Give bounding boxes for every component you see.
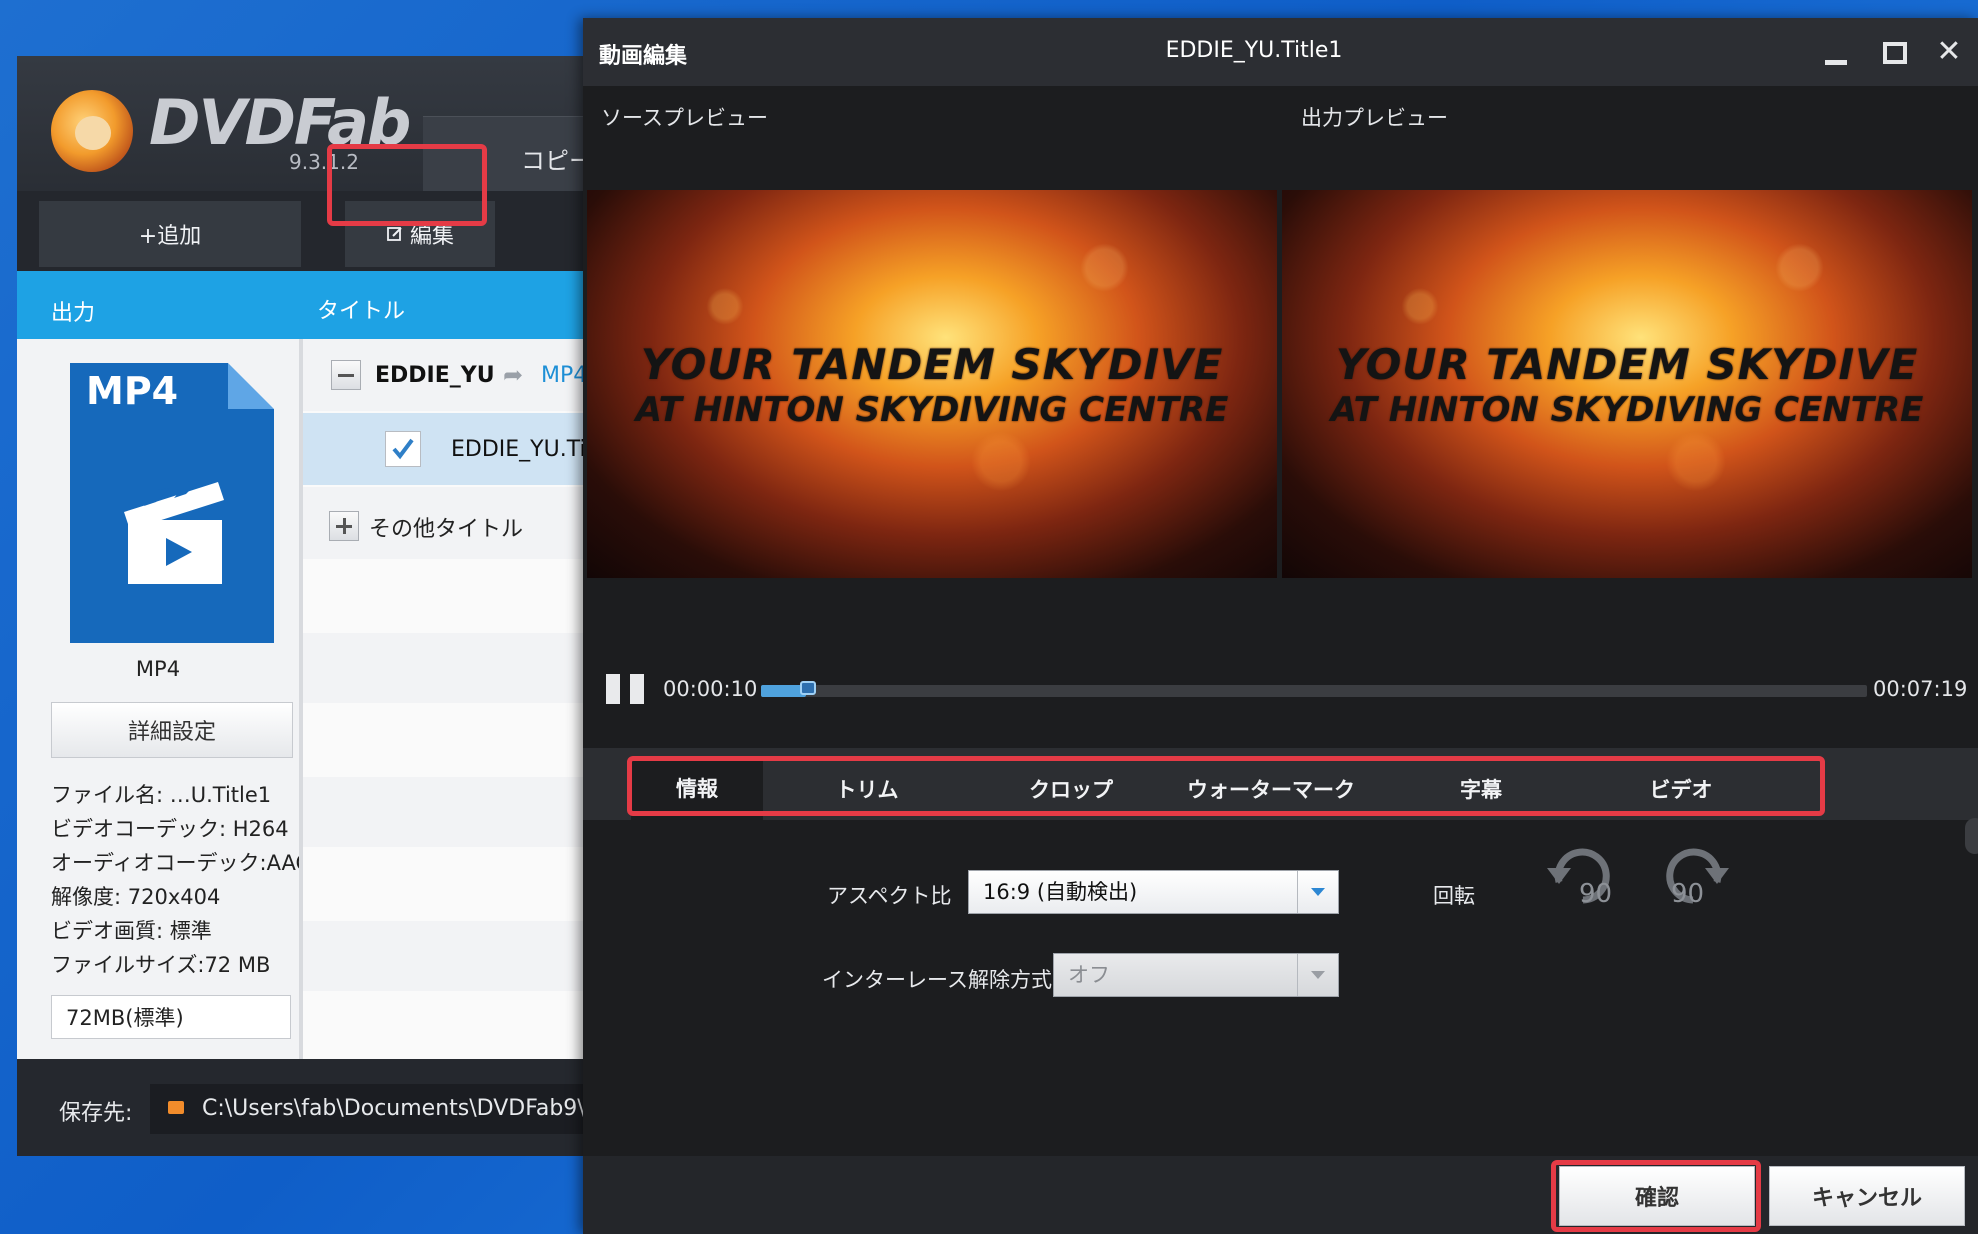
rotate-right-icon[interactable]: 90: [1659, 838, 1733, 912]
column-output: 出力: [51, 301, 96, 326]
chevron-down-icon: [1297, 871, 1338, 913]
scroll-handle[interactable]: [1965, 818, 1978, 854]
source-preview-label: ソースプレビュー: [601, 106, 768, 130]
folder-icon: [168, 1101, 184, 1114]
edit-button-highlight: [327, 144, 487, 226]
video-edit-dialog: 動画編集 EDDIE_YU.Title1 ✕ ソースプレビュー 出力プレビュー …: [583, 18, 1978, 1234]
mp4-format-icon[interactable]: MP4: [70, 363, 274, 643]
arrow-right-icon: ➦: [503, 361, 524, 389]
info-video-codec: ビデオコーデック: H264: [51, 817, 289, 841]
collapse-button[interactable]: [331, 360, 361, 390]
close-button[interactable]: ✕: [1933, 36, 1965, 68]
add-button[interactable]: +追加: [39, 201, 301, 267]
preview-text-line2: AT HINTON SKYDIVING CENTRE: [1330, 390, 1924, 430]
info-resolution: 解像度: 720x404: [51, 885, 221, 909]
preview-text-line1: YOUR TANDEM SKYDIVE: [640, 340, 1224, 389]
edit-icon: [387, 227, 402, 241]
destination-path: C:\Users\fab\Documents\DVDFab9\: [202, 1096, 585, 1121]
seek-handle[interactable]: [800, 681, 817, 695]
preview-text-line1: YOUR TANDEM SKYDIVE: [1335, 340, 1919, 389]
advanced-settings-button[interactable]: 詳細設定: [51, 702, 293, 758]
other-titles-label: その他タイトル: [369, 517, 524, 542]
deinterlace-value: オフ: [1068, 963, 1110, 987]
aspect-ratio-select[interactable]: 16:9 (自動検出): [968, 870, 1339, 914]
column-title: タイトル: [317, 299, 406, 324]
destination-label: 保存先:: [59, 1101, 133, 1126]
column-header: 出力 タイトル: [17, 271, 637, 339]
rotate-right-value: 90: [1671, 879, 1704, 909]
rotate-label: 回転: [1433, 884, 1475, 908]
title-checkbox[interactable]: [385, 431, 421, 467]
rotate-left-value: 90: [1579, 879, 1612, 909]
rotate-left-icon[interactable]: 90: [1543, 838, 1617, 912]
destination-path-field[interactable]: C:\Users\fab\Documents\DVDFab9\: [150, 1084, 637, 1134]
deinterlace-label: インターレース解除方式: [822, 968, 1052, 992]
maximize-button[interactable]: [1877, 36, 1909, 68]
minimize-button[interactable]: [1819, 36, 1851, 68]
dialog-file-title: EDDIE_YU.Title1: [1165, 38, 1343, 63]
confirm-button-highlight: [1551, 1160, 1761, 1232]
tabs-highlight: [627, 756, 1825, 816]
aspect-ratio-label: アスペクト比: [827, 884, 952, 908]
info-filename: ファイル名: …U.Title1: [51, 783, 272, 807]
aspect-ratio-value: 16:9 (自動検出): [983, 880, 1138, 904]
seek-bar[interactable]: [761, 681, 1867, 697]
clapperboard-icon: [124, 480, 224, 584]
close-icon: ✕: [1936, 34, 1962, 69]
dialog-titlebar[interactable]: 動画編集 EDDIE_YU.Title1 ✕: [583, 18, 1978, 86]
expand-button[interactable]: [329, 511, 359, 541]
chevron-down-icon: [1297, 954, 1338, 996]
file-size-select[interactable]: 72MB(標準): [51, 995, 291, 1039]
current-time: 00:00:10: [663, 677, 758, 701]
deinterlace-select[interactable]: オフ: [1053, 953, 1339, 997]
output-preview-label: 出力プレビュー: [1301, 106, 1448, 130]
output-preview: YOUR TANDEM SKYDIVE AT HINTON SKYDIVING …: [1282, 190, 1972, 578]
destination-bar: 保存先: C:\Users\fab\Documents\DVDFab9\: [17, 1059, 637, 1156]
source-name: EDDIE_YU: [375, 363, 495, 388]
info-video-quality: ビデオ画質: 標準: [51, 919, 212, 943]
checkmark-icon: [392, 438, 414, 460]
preview-text-line2: AT HINTON SKYDIVING CENTRE: [635, 390, 1229, 430]
info-audio-codec: オーディオコーデック:AAC: [51, 851, 311, 875]
output-pane: MP4 MP4 詳細設定 ファイル名: …U.Title1 ビデオコーデック: …: [17, 339, 310, 1059]
logo-face: [75, 116, 111, 150]
format-name: MP4: [135, 657, 181, 681]
source-preview: YOUR TANDEM SKYDIVE AT HINTON SKYDIVING …: [587, 190, 1277, 578]
info-file-size: ファイルサイズ:72 MB: [51, 953, 271, 977]
mp4-icon-label: MP4: [86, 369, 179, 413]
mp4-icon-fold: [228, 363, 274, 409]
pause-icon[interactable]: [606, 674, 648, 704]
cancel-button[interactable]: キャンセル: [1769, 1166, 1965, 1226]
total-time: 00:07:19: [1873, 677, 1968, 701]
